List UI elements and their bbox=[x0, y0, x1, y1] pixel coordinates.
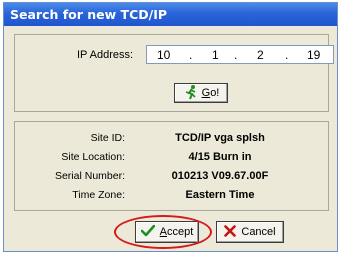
serial-number-row: Serial Number: 010213 V09.67.00F bbox=[15, 170, 330, 186]
ip-address-label: IP Address: bbox=[77, 49, 134, 61]
ip-octet-4[interactable]: 19 bbox=[307, 48, 320, 62]
running-man-icon bbox=[183, 84, 199, 103]
serial-number-label: Serial Number: bbox=[54, 170, 125, 182]
accept-highlight-ellipse bbox=[114, 215, 212, 249]
ip-dot-3: . bbox=[285, 48, 289, 62]
cancel-button-label: Cancel bbox=[241, 226, 276, 238]
site-location-value: 4/15 Burn in bbox=[188, 151, 252, 163]
site-location-row: Site Location: 4/15 Burn in bbox=[15, 151, 330, 167]
go-button[interactable]: Go! bbox=[174, 83, 228, 103]
time-zone-row: Time Zone: Eastern Time bbox=[15, 189, 330, 205]
serial-number-value: 010213 V09.67.00F bbox=[171, 170, 269, 182]
ip-dot-1: . bbox=[189, 48, 193, 62]
ip-address-input[interactable]: 10 . 1 . 2 . 19 bbox=[146, 45, 334, 64]
site-info-panel: Site ID: TCD/IP vga splsh Site Location:… bbox=[14, 121, 329, 211]
ip-panel: IP Address: 10 . 1 . 2 . 19 Go! bbox=[14, 34, 334, 112]
time-zone-value: Eastern Time bbox=[185, 189, 255, 201]
go-button-label: Go! bbox=[201, 87, 220, 99]
ip-octet-1[interactable]: 10 bbox=[157, 48, 170, 62]
ip-dot-2: . bbox=[234, 48, 238, 62]
cancel-button[interactable]: Cancel bbox=[216, 221, 284, 243]
dialog-title: Search for new TCD/IP bbox=[4, 3, 337, 26]
ip-octet-2[interactable]: 1 bbox=[212, 48, 219, 62]
site-location-label: Site Location: bbox=[61, 151, 125, 163]
x-cross-icon bbox=[224, 224, 237, 240]
time-zone-label: Time Zone: bbox=[72, 189, 125, 201]
ip-octet-3[interactable]: 2 bbox=[257, 48, 264, 62]
search-dialog: Search for new TCD/IP IP Address: 10 . 1… bbox=[3, 2, 338, 252]
site-id-label: Site ID: bbox=[90, 132, 125, 144]
site-id-value: TCD/IP vga splsh bbox=[175, 132, 265, 144]
site-id-row: Site ID: TCD/IP vga splsh bbox=[15, 132, 330, 148]
